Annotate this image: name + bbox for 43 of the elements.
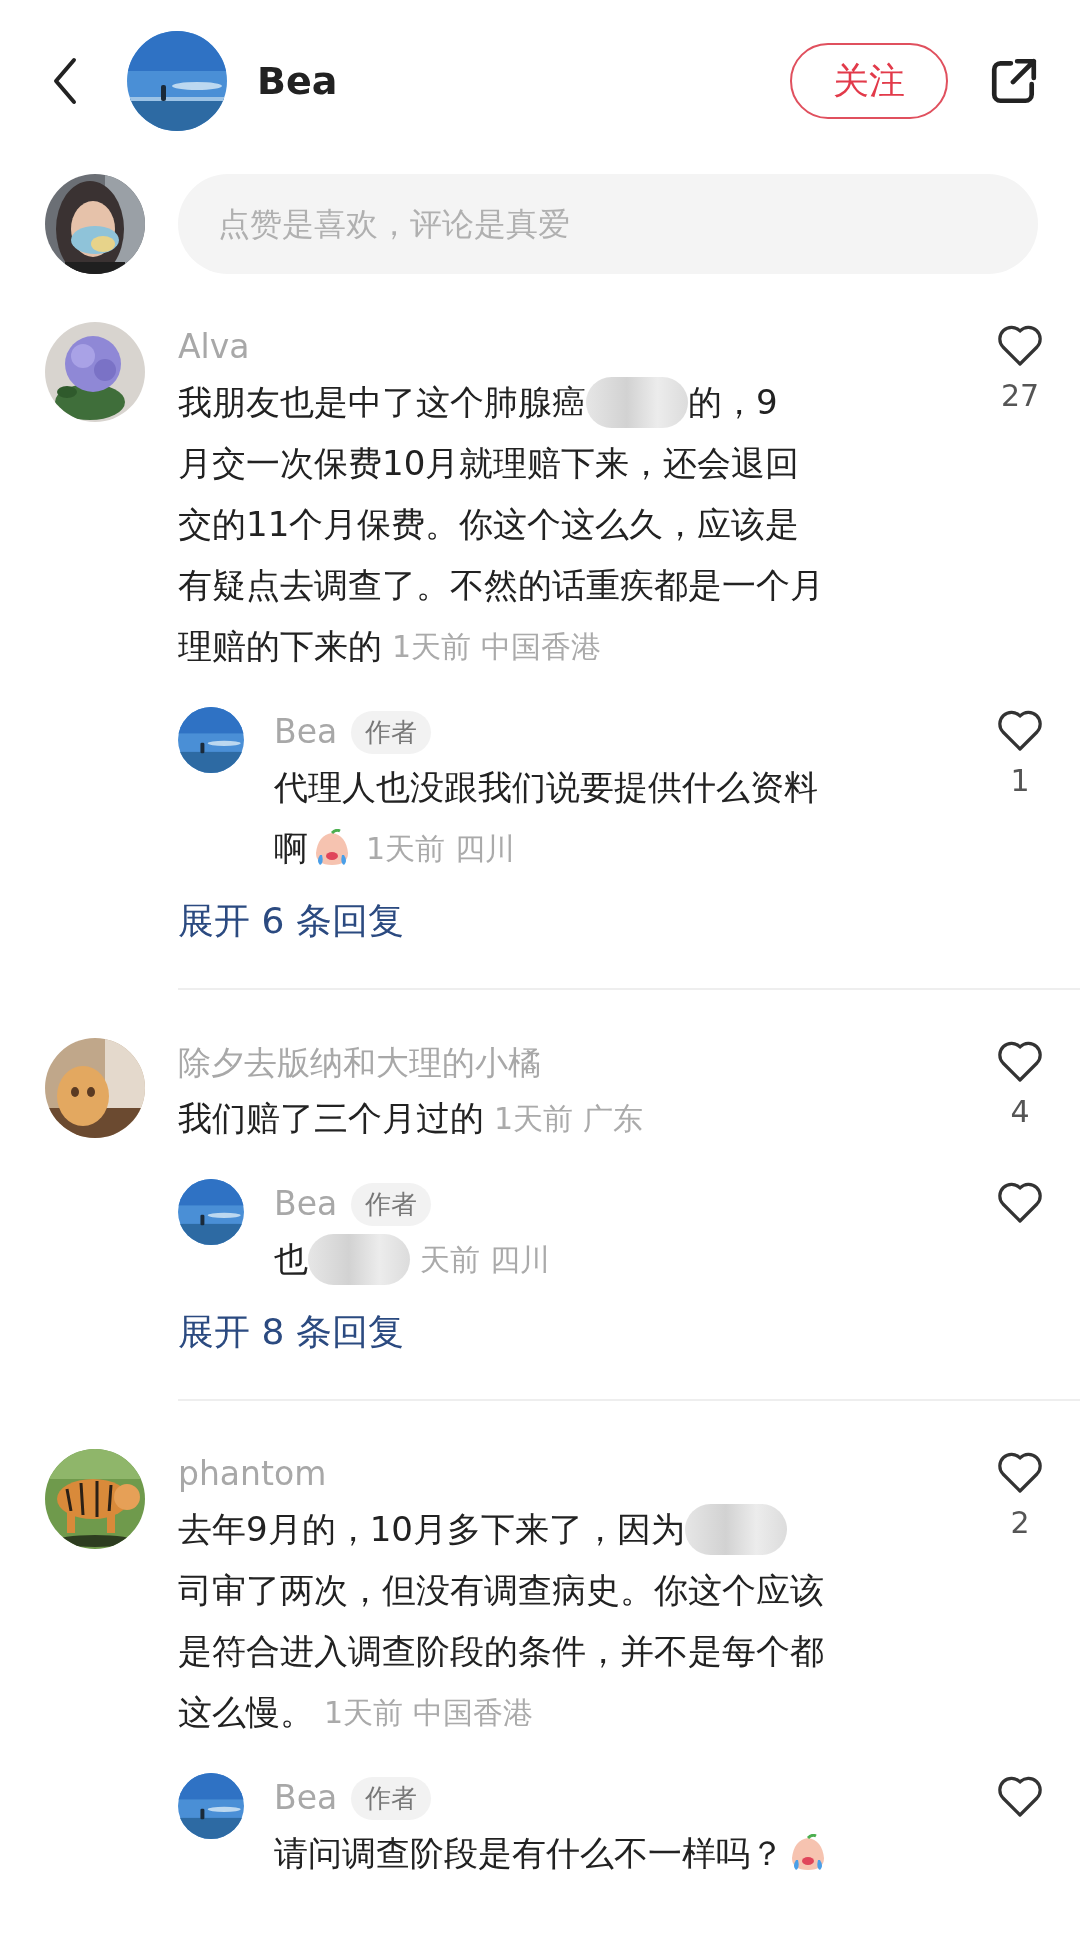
comment-location: 中国香港 [481,628,602,666]
comment-text: 我朋友也是中了这个肺腺癌 [178,381,586,424]
username[interactable]: Bea [274,1179,338,1229]
comment-text: 交的11个月保费。你这个这么久，应该是 [178,503,800,546]
reply-location: 四川 [490,1241,550,1279]
comment-text: 有疑点去调查了。不然的话重疾都是一个月 [178,564,824,607]
comment-text: 司审了两次，但没有调查病史。你这个应该 [178,1569,824,1612]
comment-location: 中国香港 [413,1694,534,1732]
reply-location: 四川 [455,830,516,868]
comment-time: 1天前 [392,628,472,666]
author-name: Bea [257,59,339,103]
username[interactable]: Alva [178,322,250,372]
comment-location: 广东 [583,1100,644,1138]
comment-text: 理赔的下来的 [178,625,382,668]
reply-time: 天前 [420,1241,480,1279]
comment-text: 这么慢。 [178,1691,314,1734]
username[interactable]: phantom [178,1449,327,1499]
comment-text: 的，9 [688,381,778,424]
expand-replies-link[interactable]: 展开 8 条回复 [178,1308,404,1357]
like-count: 27 [1000,378,1040,413]
comment-text: 去年9月的，10月多下来了，因为 [178,1508,685,1551]
like-count: 2 [1010,1505,1030,1540]
reply-time: 1天前 [366,830,446,868]
like-count: 4 [1010,1094,1030,1129]
comment-time: 1天前 [494,1100,574,1138]
comment-input[interactable]: 点赞是喜欢，评论是真爱 [178,174,1038,274]
author-tag: 作者 [351,1182,432,1226]
username[interactable]: 除夕去版纳和大理的小橘 [178,1038,541,1088]
reply-text: 代理人也没跟我们说要提供什么资料 [274,766,818,809]
reply-text: 也 [274,1238,308,1281]
username[interactable]: Bea [274,707,338,757]
author-tag: 作者 [351,710,432,754]
reply-text: 请问调查阶段是有什么不一样吗？ [274,1832,784,1875]
comment-text: 月交一次保费10月就理赔下来，还会退回 [178,442,800,485]
expand-replies-link[interactable]: 展开 6 条回复 [178,897,404,946]
username[interactable]: Bea [274,1773,338,1823]
comment-text: 我们赔了三个月过的 [178,1097,484,1140]
comment-text: 是符合进入调查阶段的条件，并不是每个都 [178,1630,824,1673]
author-tag: 作者 [351,1776,432,1820]
reply-text: 啊 [274,827,308,870]
comment-time: 1天前 [324,1694,404,1732]
like-count: 1 [1010,763,1030,798]
follow-button[interactable]: 关注 [790,43,948,119]
